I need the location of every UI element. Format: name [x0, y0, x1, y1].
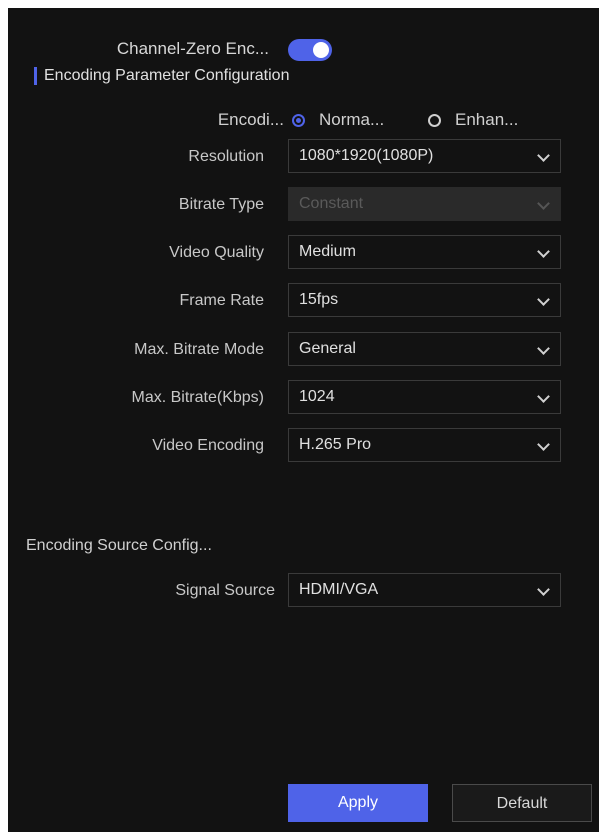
resolution-select[interactable]: 1080*1920(1080P)	[288, 139, 561, 173]
max-bitrate-row: Max. Bitrate(Kbps) 1024	[8, 380, 599, 416]
radio-normal-label: Norma...	[319, 110, 385, 129]
radio-checked-icon	[292, 114, 305, 127]
radio-unchecked-icon	[428, 114, 441, 127]
max-bitrate-mode-label: Max. Bitrate Mode	[134, 341, 264, 358]
encoding-mode-label: Encodi...	[217, 110, 284, 129]
channel-zero-toggle[interactable]	[288, 39, 332, 61]
video-encoding-row: Video Encoding H.265 Pro	[8, 428, 599, 464]
video-quality-label: Video Quality	[169, 244, 264, 261]
default-button[interactable]: Default	[452, 784, 592, 822]
frame-rate-value: 15fps	[299, 291, 339, 308]
radio-enhanced[interactable]: Enhan...	[428, 104, 518, 136]
radio-normal[interactable]: Norma...	[292, 104, 384, 136]
max-bitrate-select[interactable]: 1024	[288, 380, 561, 414]
bitrate-type-select: Constant	[288, 187, 561, 221]
max-bitrate-label: Max. Bitrate(Kbps)	[131, 389, 264, 406]
video-quality-row: Video Quality Medium	[8, 235, 599, 271]
video-quality-select[interactable]: Medium	[288, 235, 561, 269]
frame-rate-select[interactable]: 15fps	[288, 283, 561, 317]
max-bitrate-mode-row: Max. Bitrate Mode General	[8, 332, 599, 368]
signal-source-select[interactable]: HDMI/VGA	[288, 573, 561, 607]
video-encoding-select[interactable]: H.265 Pro	[288, 428, 561, 462]
signal-source-row: Signal Source HDMI/VGA	[8, 573, 599, 609]
max-bitrate-mode-select[interactable]: General	[288, 332, 561, 366]
bitrate-type-row: Bitrate Type Constant	[8, 187, 599, 223]
frame-rate-row: Frame Rate 15fps	[8, 283, 599, 319]
video-quality-value: Medium	[299, 243, 356, 260]
chevron-down-icon	[537, 293, 550, 306]
chevron-down-icon	[537, 197, 550, 210]
resolution-label: Resolution	[188, 148, 264, 165]
resolution-value: 1080*1920(1080P)	[299, 147, 434, 164]
chevron-down-icon	[537, 245, 550, 258]
section-title-text: Encoding Parameter Configuration	[44, 67, 290, 84]
toggle-knob	[313, 42, 329, 58]
max-bitrate-mode-value: General	[299, 340, 356, 357]
section-title: Encoding Parameter Configuration	[34, 64, 289, 88]
channel-zero-row: Channel-Zero Enc...	[8, 32, 599, 66]
channel-zero-label: Channel-Zero Enc...	[116, 39, 269, 58]
signal-source-label: Signal Source	[175, 582, 275, 599]
frame-rate-label: Frame Rate	[179, 292, 264, 309]
video-encoding-value: H.265 Pro	[299, 436, 372, 453]
section-accent-bar	[34, 67, 37, 85]
resolution-row: Resolution 1080*1920(1080P)	[8, 139, 599, 175]
chevron-down-icon	[537, 583, 550, 596]
max-bitrate-value: 1024	[299, 388, 335, 405]
encoding-mode-row: Encodi... Norma... Enhan...	[8, 104, 599, 136]
radio-enhanced-label: Enhan...	[455, 110, 519, 129]
apply-button[interactable]: Apply	[288, 784, 428, 822]
chevron-down-icon	[537, 390, 550, 403]
encoding-settings-panel: Channel-Zero Enc... Encoding Parameter C…	[8, 8, 599, 832]
bitrate-type-value: Constant	[299, 195, 364, 212]
chevron-down-icon	[537, 149, 550, 162]
chevron-down-icon	[537, 438, 550, 451]
chevron-down-icon	[537, 342, 550, 355]
signal-source-value: HDMI/VGA	[299, 581, 379, 598]
video-encoding-label: Video Encoding	[152, 437, 264, 454]
bitrate-type-label: Bitrate Type	[178, 196, 264, 213]
source-section-title: Encoding Source Config...	[26, 537, 212, 554]
